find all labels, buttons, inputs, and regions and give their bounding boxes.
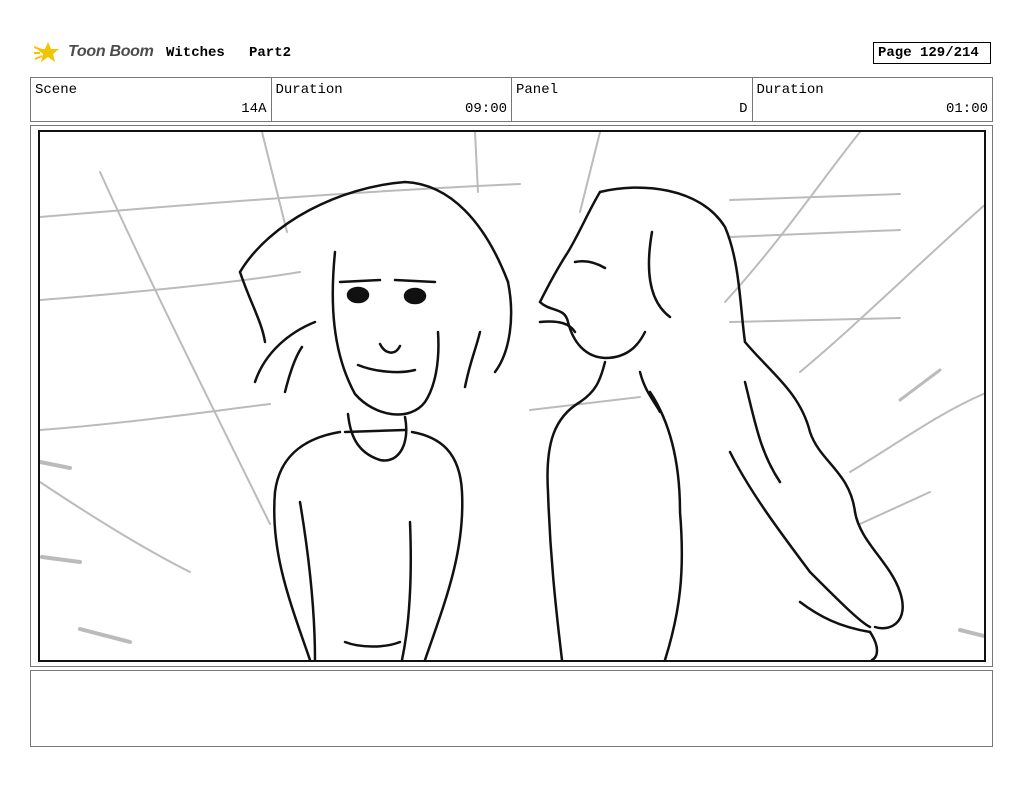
page-indicator: Page 129/214: [873, 42, 991, 64]
scene-info-row: Scene 14A Duration 09:00 Panel D Duratio…: [30, 77, 993, 122]
brand-name: Toon Boom: [68, 43, 154, 60]
toon-boom-star-icon: [33, 42, 59, 62]
storyboard-panel-image: [38, 130, 986, 662]
panel-label: Panel: [516, 82, 559, 98]
scene-label: Scene: [35, 82, 78, 98]
panel-duration-cell: Duration 01:00: [753, 78, 993, 121]
scene-duration-cell: Duration 09:00: [272, 78, 512, 121]
panel-cell: Panel D: [512, 78, 753, 121]
panel-value: D: [739, 101, 748, 117]
project-title: Witches: [166, 45, 225, 61]
scene-cell: Scene 14A: [31, 78, 272, 121]
right-witch-sketch: [538, 186, 904, 660]
speed-lines: [40, 132, 984, 644]
scene-duration-value: 09:00: [464, 101, 507, 117]
panel-duration-value: 01:00: [945, 101, 988, 117]
panel-notes-box[interactable]: [30, 670, 993, 747]
scene-duration-label: Duration: [275, 82, 343, 98]
panel-duration-label: Duration: [756, 82, 824, 98]
left-witch-sketch: [238, 180, 513, 660]
scene-value: 14A: [241, 101, 267, 117]
project-part: Part2: [249, 45, 292, 61]
storyboard-sketch-icon: [40, 132, 984, 660]
